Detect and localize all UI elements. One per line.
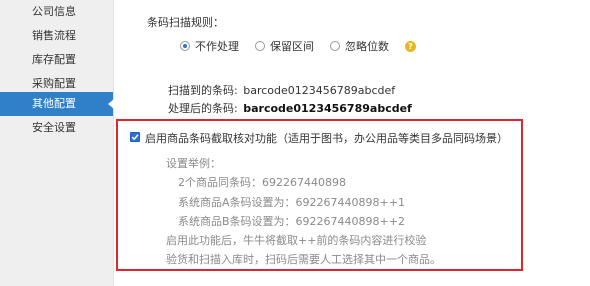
sidebar-item-security[interactable]: 安全设置 (0, 116, 113, 140)
intercept-note: 启用此功能后，牛牛将截取++前的条码内容进行校验 (166, 234, 427, 247)
scanned-barcode-label: 扫描到的条码: (168, 84, 238, 97)
sidebar-item-other-config[interactable]: 其他配置 (0, 92, 114, 116)
intercept-checkbox[interactable] (130, 132, 140, 142)
sidebar-item-label: 公司信息 (32, 5, 76, 18)
example-line: 系统商品B条码设置为：692267440898++2 (178, 215, 405, 228)
radio-label: 保留区间 (270, 40, 314, 53)
barcode-rule-label: 条码扫描规则： (147, 16, 224, 29)
sidebar-item-label: 安全设置 (32, 121, 76, 134)
processed-barcode-row: 处理后的条码: barcode0123456789abcdef (168, 100, 412, 116)
sidebar: 公司信息 销售流程 库存配置 采购配置 其他配置 安全设置 (0, 0, 114, 286)
radio-checked-icon (180, 41, 190, 51)
scanned-barcode-row: 扫描到的条码: barcode0123456789abcdef (168, 82, 395, 98)
intercept-note: 验货和扫描入库时，扫码后需要人工选择其中一个商品。 (166, 253, 441, 266)
sidebar-item-sales-flow[interactable]: 销售流程 (0, 24, 113, 48)
sidebar-item-company-info[interactable]: 公司信息 (0, 0, 113, 24)
sidebar-item-label: 采购配置 (32, 77, 76, 90)
radio-ignore-digits[interactable]: 忽略位数 (330, 38, 389, 54)
check-icon (131, 134, 139, 141)
sidebar-item-label: 其他配置 (32, 97, 76, 110)
radio-keep-range[interactable]: 保留区间 (255, 38, 314, 54)
radio-label: 忽略位数 (345, 40, 389, 53)
processed-barcode-value: barcode0123456789abcdef (243, 102, 412, 115)
scanned-barcode-value: barcode0123456789abcdef (243, 84, 396, 97)
radio-unchecked-icon (330, 41, 340, 51)
main-content: 条码扫描规则： 不作处理 保留区间 忽略位数 ? 扫描到的条码: barcode… (114, 0, 590, 286)
example-title: 设置举例： (166, 157, 221, 170)
example-line: 2个商品同条码：692267440898 (178, 176, 346, 189)
help-icon[interactable]: ? (405, 40, 416, 52)
radio-label: 不作处理 (195, 40, 239, 53)
sidebar-item-label: 销售流程 (32, 29, 76, 42)
intercept-label: 启用商品条码截取核对功能（适用于图书，办公用品等类目多品同码场景） (145, 132, 508, 145)
sidebar-item-inventory-config[interactable]: 库存配置 (0, 48, 113, 72)
barcode-rule-radio-group: 不作处理 保留区间 忽略位数 ? (180, 38, 416, 54)
sidebar-item-label: 库存配置 (32, 53, 76, 66)
example-line: 系统商品A条码设置为：692267440898++1 (178, 196, 405, 209)
radio-unchecked-icon (255, 41, 265, 51)
radio-no-process[interactable]: 不作处理 (180, 38, 239, 54)
barcode-intercept-panel: 启用商品条码截取核对功能（适用于图书，办公用品等类目多品同码场景） 设置举例： … (116, 119, 523, 271)
processed-barcode-label: 处理后的条码: (168, 102, 238, 115)
